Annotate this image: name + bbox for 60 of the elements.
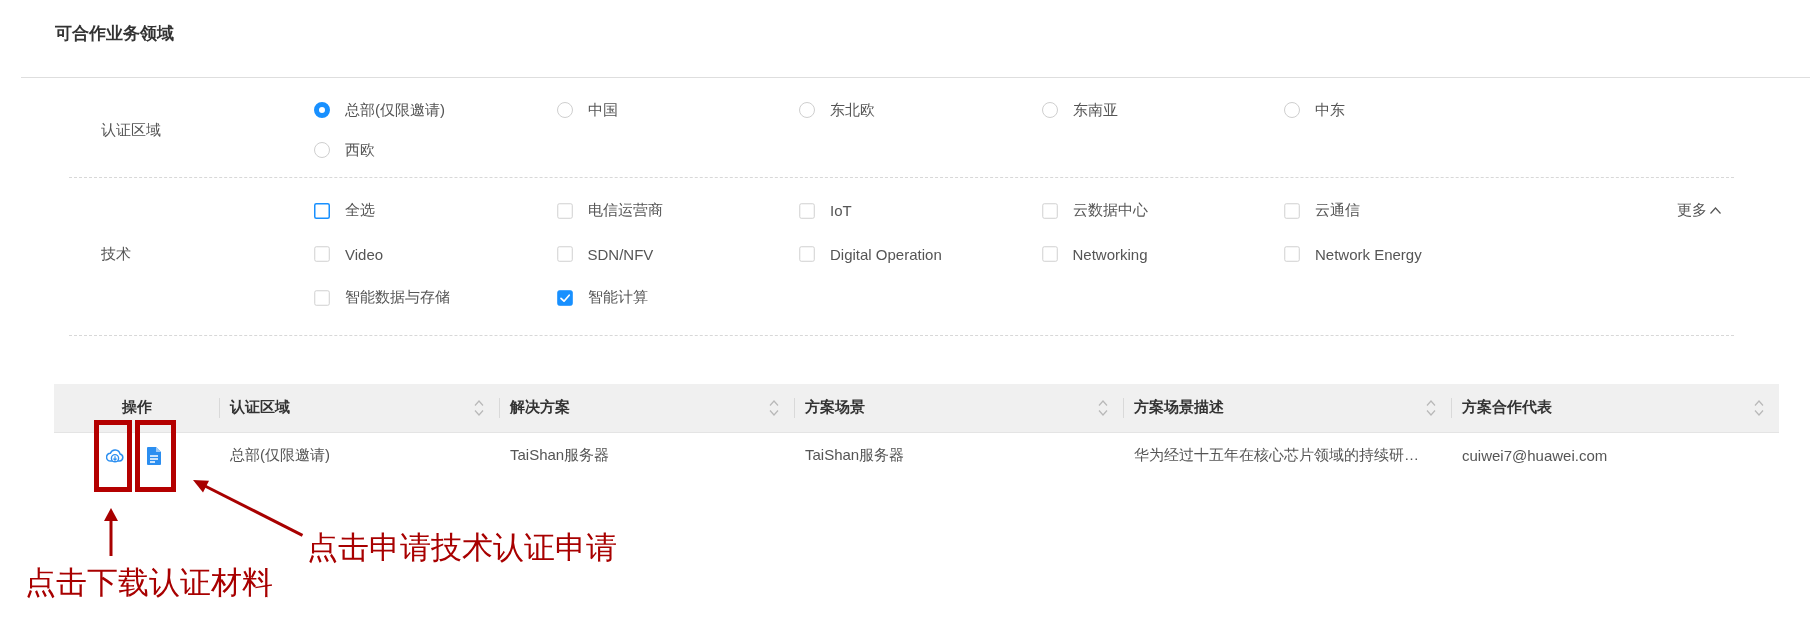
checkbox-icon[interactable] — [1284, 202, 1300, 219]
table-cell: TaiShan服务器 — [805, 446, 905, 463]
table-cell: TaiShan服务器 — [510, 446, 610, 463]
document-button[interactable] — [147, 446, 161, 465]
radio-option[interactable]: 中东 — [1284, 100, 1345, 120]
checkbox-icon[interactable] — [314, 246, 330, 263]
checkbox-option[interactable]: Digital Operation — [799, 245, 942, 263]
filter-label: 技术 — [101, 244, 131, 264]
checkbox-icon[interactable] — [1041, 246, 1058, 263]
table-cell: 华为经过十五年在核心芯片领域的持续研… — [1134, 446, 1419, 463]
column-header: 操作 — [121, 398, 152, 417]
checkbox-icon[interactable] — [556, 246, 573, 263]
table-cell: cuiwei7@huawei.com — [1462, 446, 1608, 464]
checkbox-icon[interactable] — [314, 202, 330, 219]
column-header[interactable]: 认证区域 — [230, 398, 290, 417]
checkbox-icon[interactable] — [1041, 202, 1058, 219]
cloud-download-icon — [106, 448, 124, 463]
checkbox-option[interactable]: 智能数据与存储 — [314, 288, 450, 308]
checkbox-option[interactable]: 云数据中心 — [1041, 201, 1148, 221]
checkbox-option[interactable]: 智能计算 — [556, 288, 648, 308]
column-header[interactable]: 方案场景 — [805, 398, 865, 417]
radio-icon[interactable] — [556, 102, 573, 118]
checkbox-icon[interactable] — [314, 289, 330, 306]
more-toggle[interactable]: 更多 — [1676, 201, 1721, 221]
download-button[interactable] — [106, 448, 124, 463]
checkbox-option[interactable]: Network Energy — [1284, 245, 1422, 263]
checkbox-icon[interactable] — [556, 289, 573, 306]
radio-icon[interactable] — [799, 102, 815, 118]
checkbox-option[interactable]: IoT — [799, 202, 852, 220]
filter-label: 认证区域 — [101, 120, 161, 140]
radio-icon[interactable] — [314, 102, 330, 118]
checkbox-icon[interactable] — [799, 202, 815, 219]
annotation-text: 点击下载认证材料 — [25, 564, 273, 602]
radio-option[interactable]: 中国 — [556, 100, 618, 120]
radio-option[interactable]: 西欧 — [314, 140, 375, 160]
radio-option[interactable]: 总部(仅限邀请) — [314, 100, 445, 120]
checkbox-icon[interactable] — [1284, 246, 1300, 263]
annotation-arrow — [104, 508, 118, 556]
radio-icon[interactable] — [1041, 102, 1058, 118]
column-header[interactable]: 方案合作代表 — [1462, 398, 1552, 417]
checkbox-option[interactable]: Video — [314, 245, 384, 263]
section-title: 可合作业务领域 — [55, 23, 174, 45]
radio-option[interactable]: 东北欧 — [799, 100, 875, 120]
checkbox-option[interactable]: 全选 — [314, 201, 375, 221]
radio-icon[interactable] — [1284, 102, 1300, 118]
highlight-frame — [135, 420, 176, 492]
checkbox-icon[interactable] — [556, 202, 573, 219]
highlight-frame — [94, 420, 132, 492]
checkbox-icon[interactable] — [799, 246, 815, 263]
checkbox-option[interactable]: 电信运营商 — [556, 201, 663, 221]
column-header[interactable]: 方案场景描述 — [1134, 398, 1224, 417]
checkbox-option[interactable]: Networking — [1041, 245, 1148, 263]
radio-option[interactable]: 东南亚 — [1041, 100, 1118, 120]
table-cell: 总部(仅限邀请) — [230, 446, 330, 463]
annotation-text: 点击申请技术认证申请 — [307, 529, 617, 567]
document-icon — [147, 446, 161, 465]
checkbox-option[interactable]: SDN/NFV — [556, 245, 654, 263]
checkbox-option[interactable]: 云通信 — [1284, 201, 1360, 221]
column-header[interactable]: 解决方案 — [510, 398, 570, 417]
radio-icon[interactable] — [314, 142, 330, 158]
